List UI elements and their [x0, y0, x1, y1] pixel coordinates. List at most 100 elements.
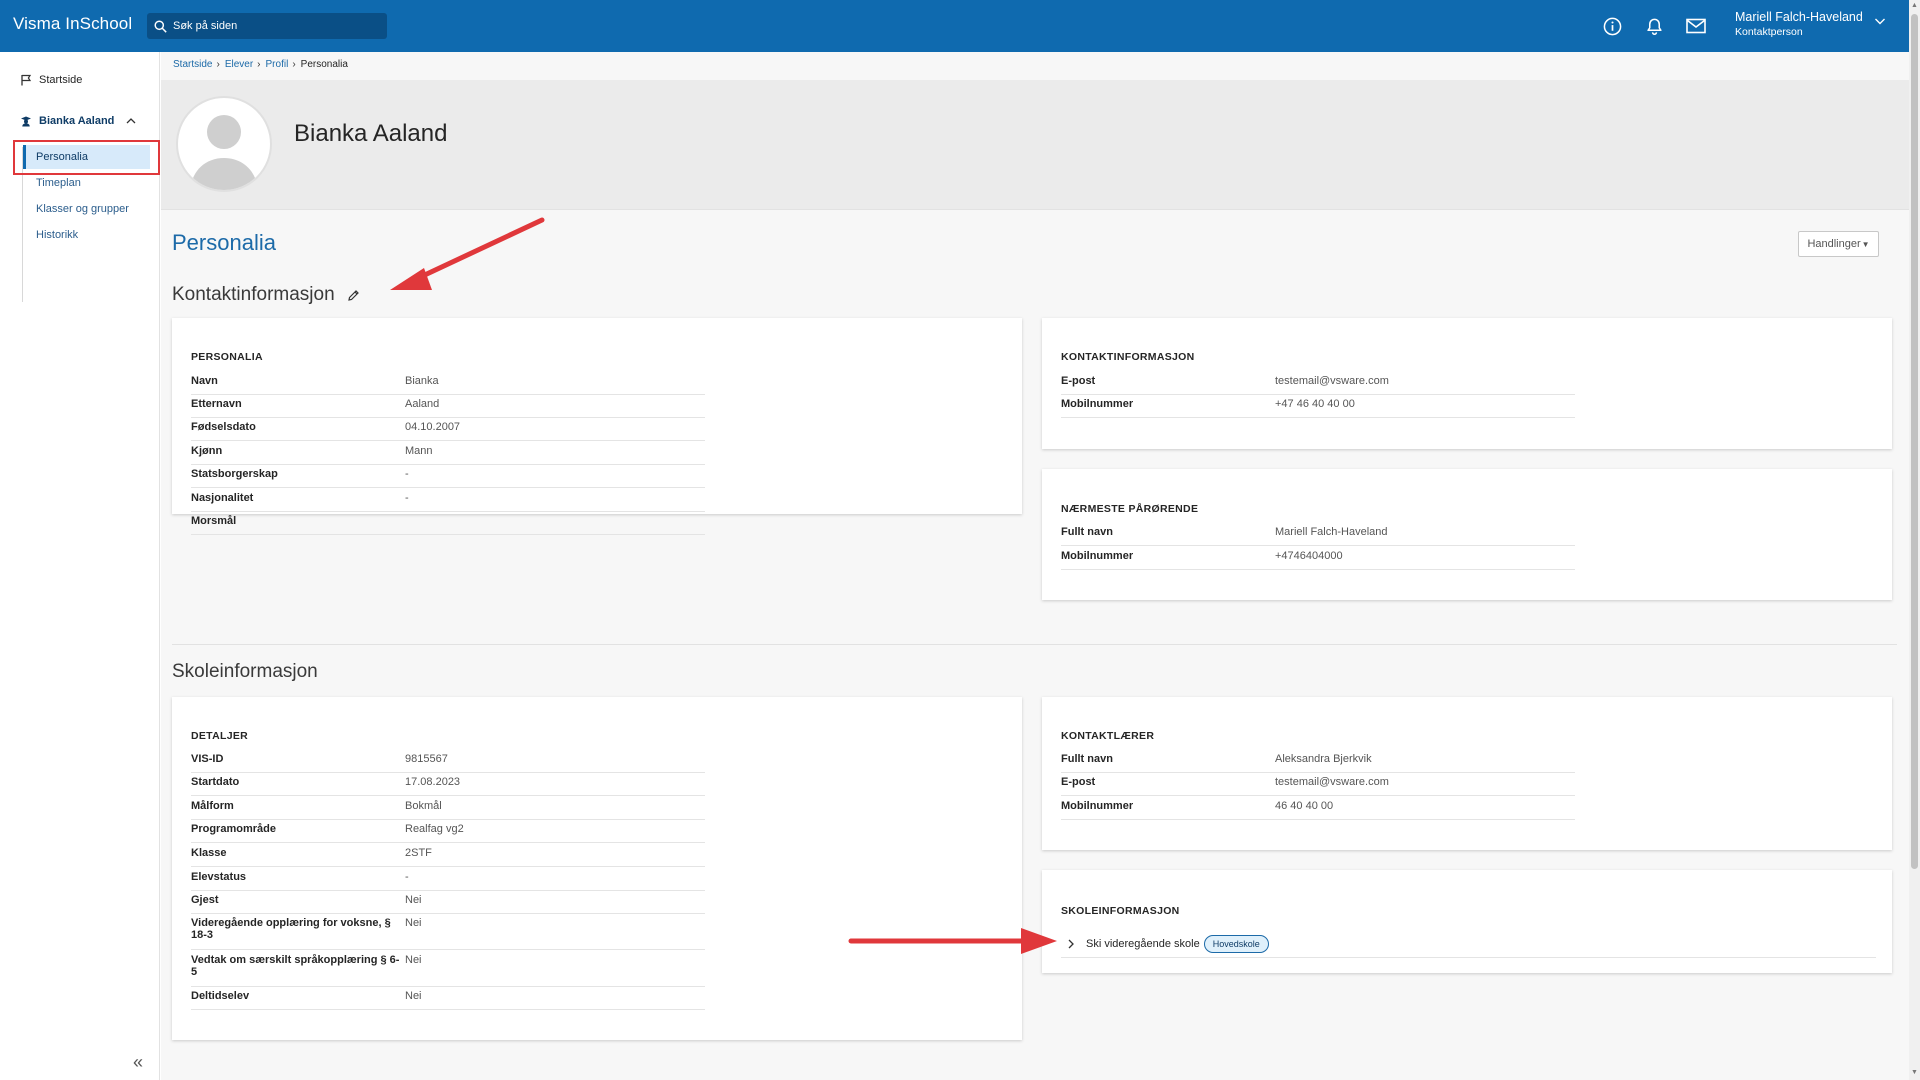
top-bar: Visma InSchool Mariell Falch-Haveland Ko…	[0, 0, 1909, 52]
field-value: Bianka	[405, 375, 439, 387]
field-value: testemail@vsware.com	[1275, 375, 1389, 387]
field-value: Aleksandra Bjerkvik	[1275, 753, 1372, 765]
field-label: Deltidselev	[191, 990, 250, 1002]
school-list-item[interactable]: Ski videregående skole Hovedskole	[1061, 930, 1876, 958]
breadcrumb-link-elever[interactable]: Elever	[225, 59, 253, 70]
table-row: Programområde Realfag vg2	[191, 823, 705, 843]
table-row: Målform Bokmål	[191, 800, 705, 820]
student-icon	[21, 116, 31, 127]
field-label: Målform	[191, 800, 234, 812]
table-row: Mobilnummer 46 40 40 00	[1061, 800, 1575, 820]
sidebar-item-historikk[interactable]: Historikk	[23, 223, 150, 247]
field-value: -	[405, 492, 409, 504]
breadcrumb: Startside › Elever › Profil › Personalia	[173, 59, 348, 70]
table-row: Fullt navn Aleksandra Bjerkvik	[1061, 753, 1575, 773]
table-row: Morsmål	[191, 515, 705, 535]
app-brand[interactable]: Visma InSchool	[13, 14, 132, 34]
table-row: Mobilnummer +4746404000	[1061, 550, 1575, 570]
card-skoleinformasjon: SKOLEINFORMASJON Ski videregående skole …	[1042, 870, 1892, 973]
table-row: E-post testemail@vsware.com	[1061, 375, 1575, 395]
chevron-up-icon[interactable]	[126, 117, 136, 125]
scroll-up-arrow[interactable]: ▲	[1911, 2, 1918, 10]
field-label: Statsborgerskap	[191, 468, 278, 480]
sidebar-item-klasser-og-grupper[interactable]: Klasser og grupper	[23, 197, 150, 221]
table-row: Fødselsdato 04.10.2007	[191, 421, 705, 441]
table-row: Klasse 2STF	[191, 847, 705, 867]
field-label: VIS-ID	[191, 753, 224, 765]
breadcrumb-link-profil[interactable]: Profil	[266, 59, 289, 70]
field-value: +47 46 40 40 00	[1275, 398, 1355, 410]
sidebar-item-label: Startside	[39, 74, 83, 86]
field-value: 46 40 40 00	[1275, 800, 1334, 812]
card-title: KONTAKTLÆRER	[1061, 730, 1155, 742]
person-silhouette-icon	[190, 115, 258, 190]
table-row: Nasjonalitet -	[191, 492, 705, 512]
sidebar-item-startside[interactable]: Startside	[20, 74, 82, 86]
page-scrollbar[interactable]: ▲ ▼	[1909, 0, 1920, 1080]
field-label: Fullt navn	[1061, 753, 1113, 765]
field-value: 04.10.2007	[405, 421, 461, 433]
table-row: Navn Bianka	[191, 375, 705, 395]
field-label: Vedtak om særskilt språkopplæring § 6-5	[191, 954, 400, 978]
field-label: E-post	[1061, 375, 1096, 387]
main-school-badge: Hovedskole	[1203, 934, 1269, 953]
collapse-sidebar-icon[interactable]: «	[133, 1052, 143, 1073]
user-menu[interactable]: Mariell Falch-Haveland Kontaktperson	[1735, 10, 1863, 38]
breadcrumb-link-startside[interactable]: Startside	[173, 59, 212, 70]
mail-icon[interactable]	[1685, 15, 1707, 37]
field-label: Fullt navn	[1061, 526, 1113, 538]
field-value: Mann	[405, 445, 433, 457]
chevron-right-icon: ›	[257, 59, 261, 70]
search-icon	[154, 19, 167, 33]
scroll-thumb[interactable]	[1911, 14, 1918, 869]
field-label: Mobilnummer	[1061, 550, 1134, 562]
chevron-down-icon[interactable]	[1874, 16, 1886, 26]
field-label: Mobilnummer	[1061, 800, 1134, 812]
annotation-highlight-box	[13, 140, 160, 175]
table-row: Startdato 17.08.2023	[191, 776, 705, 796]
search-input[interactable]	[173, 20, 373, 32]
field-value: Bokmål	[405, 800, 442, 812]
table-row: Elevstatus -	[191, 871, 705, 891]
field-value: Nei	[405, 990, 422, 1002]
main-content: Startside › Elever › Profil › Personalia Bi…	[161, 52, 1909, 1080]
bell-icon[interactable]	[1643, 15, 1665, 37]
field-value: Nei	[405, 954, 422, 966]
profile-name: Bianka Aaland	[294, 120, 448, 147]
field-label: Elevstatus	[191, 871, 247, 883]
card-title: DETALJER	[191, 730, 249, 742]
sidebar-item-student[interactable]: Bianka Aaland	[20, 115, 143, 127]
table-row: Kjønn Mann	[191, 445, 705, 465]
field-value: 9815567	[405, 753, 448, 765]
field-label: Kjønn	[191, 445, 223, 457]
contact-section-heading: Kontaktinformasjon	[172, 284, 360, 306]
info-icon[interactable]	[1601, 15, 1623, 37]
card-detaljer: DETALJER VIS-ID 9815567 Startdato 17.08.20…	[172, 697, 1022, 1040]
field-value: Nei	[405, 894, 422, 906]
card-title: KONTAKTINFORMASJON	[1061, 351, 1195, 363]
table-row: Fullt navn Mariell Falch-Haveland	[1061, 526, 1575, 546]
field-value: 2STF	[405, 847, 432, 859]
field-label: Navn	[191, 375, 218, 387]
user-role: Kontaktperson	[1735, 26, 1803, 38]
card-naermeste-parorende: NÆRMESTE PÅRØRENDE Fullt navn Mariell Fal…	[1042, 469, 1892, 600]
scroll-down-arrow[interactable]: ▼	[1911, 1069, 1918, 1077]
chevron-right-icon[interactable]	[1067, 939, 1075, 949]
field-value: Aaland	[405, 398, 440, 410]
table-row: Statsborgerskap -	[191, 468, 705, 488]
sidebar-student-name: Bianka Aaland	[39, 115, 115, 127]
field-label: Fødselsdato	[191, 421, 256, 433]
avatar	[176, 96, 272, 192]
search-box[interactable]	[147, 13, 387, 39]
table-row: Deltidselev Nei	[191, 990, 705, 1010]
field-label: Etternavn	[191, 398, 242, 410]
field-label: Mobilnummer	[1061, 398, 1134, 410]
school-section-heading: Skoleinformasjon	[172, 661, 318, 683]
field-value: -	[405, 871, 409, 883]
field-value: +4746404000	[1275, 550, 1343, 562]
pencil-edit-icon[interactable]	[347, 289, 360, 302]
table-row: VIS-ID 9815567	[191, 753, 705, 773]
field-value: -	[405, 468, 409, 480]
card-kontaktinformasjon: KONTAKTINFORMASJON E-post testemail@vswar…	[1042, 318, 1892, 449]
actions-dropdown-button[interactable]: Handlinger ▼	[1798, 231, 1879, 257]
